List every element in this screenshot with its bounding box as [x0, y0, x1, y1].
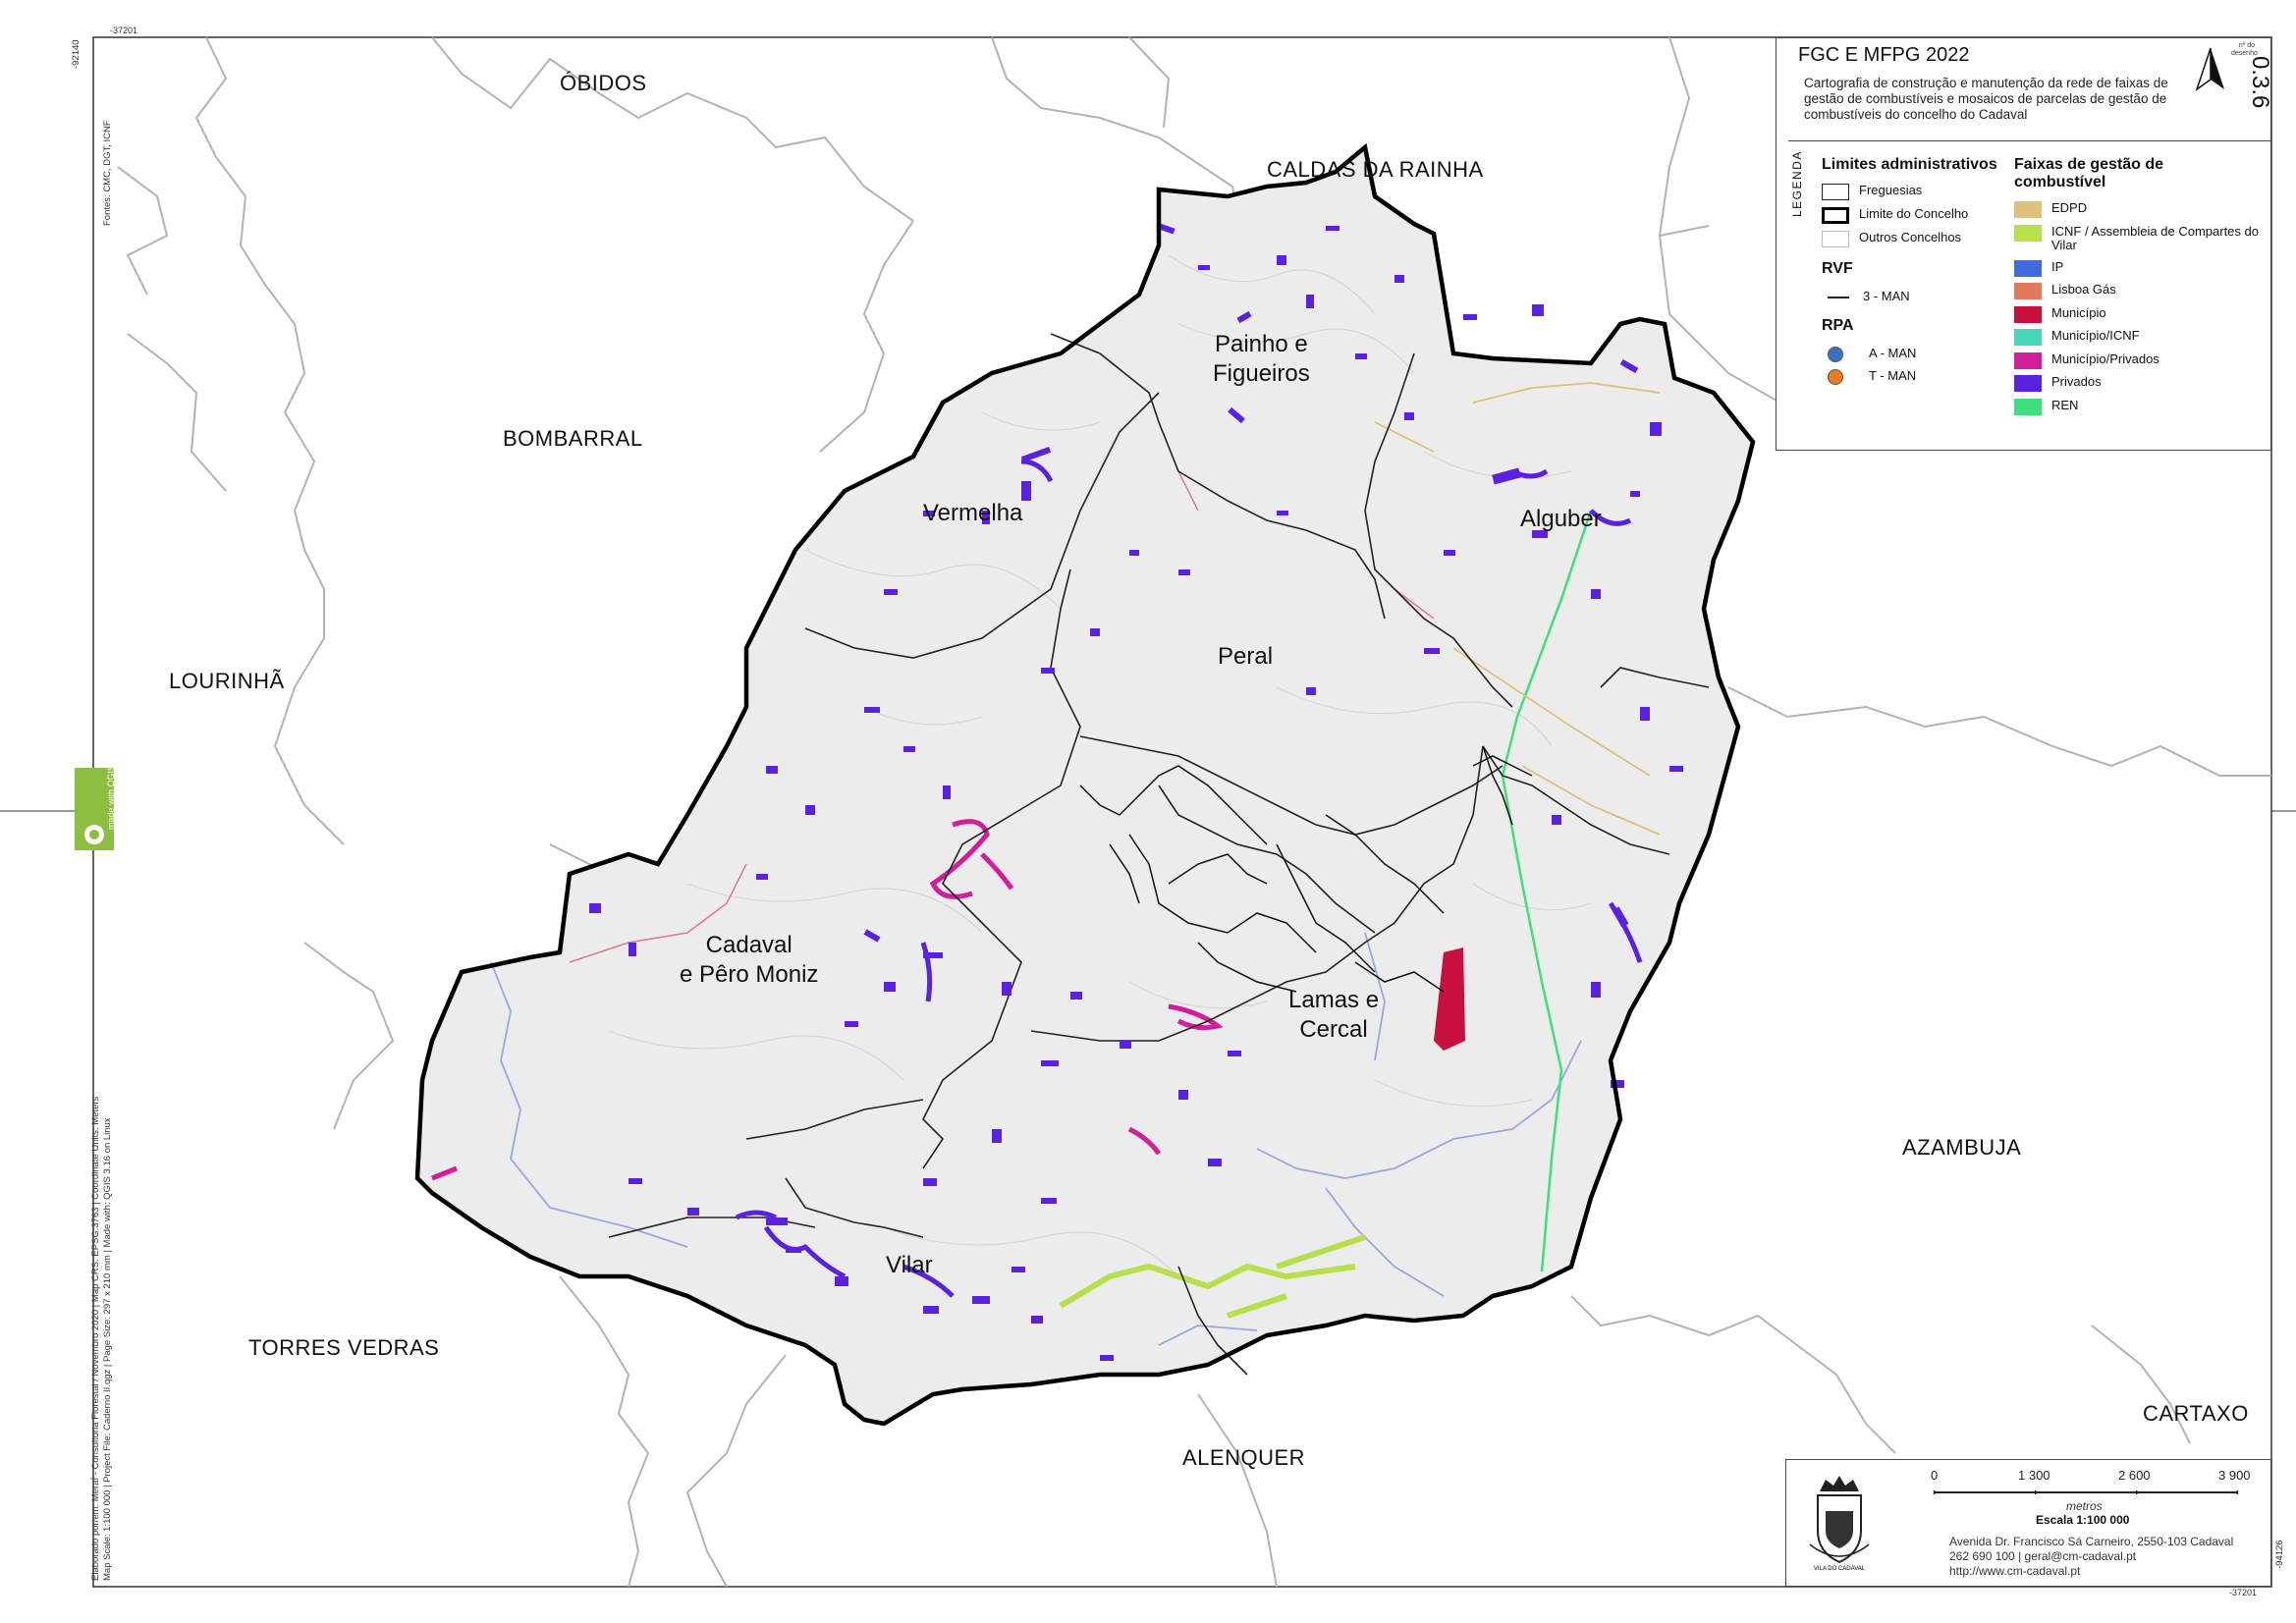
north-arrow-icon	[2195, 47, 2224, 91]
scale-tick-1: 1 300	[2018, 1468, 2050, 1483]
legend-label-fgc: Privados	[2051, 374, 2102, 389]
neighbor-bombarral: BOMBARRAL	[503, 426, 643, 451]
credits-line-1: Elaborado por/em: MeraÍ - Consultoria Fl…	[90, 1096, 101, 1581]
qgis-badge-text: made with QGIS	[106, 768, 114, 830]
legend-swatch-fgc	[2014, 201, 2042, 218]
address-block: Avenida Dr. Francisco Sá Carneiro, 2550-…	[1949, 1535, 2233, 1579]
legend-rpa-heading: RPA	[1822, 317, 1854, 334]
legend-swatch-fgc	[2014, 352, 2042, 369]
legend-label-fgc: Município/Privados	[2051, 351, 2159, 366]
legend-label-fgc: Município/ICNF	[2051, 328, 2140, 343]
legend-item-rvf: 3 - MAN	[1822, 290, 1910, 303]
neighbor-cartaxo: CARTAXO	[2143, 1401, 2249, 1426]
legend-item-fgc: Município	[2014, 304, 2260, 323]
legend-label-fgc: Lisboa Gás	[2051, 282, 2116, 297]
legend-label-fgc: Município	[2051, 304, 2106, 320]
legend-admin-heading: Limites administrativos	[1822, 156, 1997, 173]
legend-item-fgc: REN	[2014, 397, 2260, 415]
address-line: Avenida Dr. Francisco Sá Carneiro, 2550-…	[1949, 1535, 2234, 1548]
parish-cadaval-e-pero-moniz: Cadaval e Pêro Moniz	[680, 932, 819, 988]
legend-item-fgc: Privados	[2014, 375, 2260, 392]
legend-label-outros-concelhos: Outros Concelhos	[1859, 230, 1962, 244]
legend-label-fgc: IP	[2051, 258, 2064, 274]
crest-text: VILA DO CADAVAL	[1814, 1566, 1866, 1572]
legend-panel: FGC E MFPG 2022 Cartografia de construçã…	[1776, 37, 2273, 451]
legend-label-fgc: REN	[2051, 397, 2079, 412]
legend-item-freguesias: Freguesias	[1822, 184, 1922, 200]
map-description: Cartografia de construção e manutenção d…	[1804, 76, 2168, 122]
map-title: FGC E MFPG 2022	[1798, 44, 1970, 66]
legend-separator	[1788, 140, 2271, 141]
frame-coord-side-top: -92140	[71, 39, 82, 69]
legend-label-fgc: EDPD	[2051, 200, 2088, 215]
legend-swatch-limite-concelho	[1822, 207, 1849, 224]
legend-label-rpa-t: T - MAN	[1869, 368, 1917, 383]
legend-item-fgc: ICNF / Assembleia de Compartes do Vilar	[2014, 223, 2260, 252]
sheet-number: 0.3.6	[2247, 56, 2273, 109]
scale-tick-2: 2 600	[2118, 1468, 2151, 1483]
sources-text: Fontes: CMC, DGT, ICNF	[102, 120, 113, 226]
parish-lamas-e-cercal: Lamas e Cercal	[1288, 987, 1380, 1043]
legend-swatch-rvf	[1828, 297, 1849, 298]
legend-fgc-heading: Faixas de gestão de combustível	[2014, 156, 2164, 190]
municipality-crest-icon: VILA DO CADAVAL	[1809, 1476, 1870, 1572]
parish-vermelha: Vermelha	[923, 500, 1023, 526]
legend-word: LEGENDA	[1790, 150, 1804, 217]
scale-tick-3: 3 900	[2218, 1468, 2251, 1483]
neighbor-caldas-da-rainha: CALDAS DA RAINHA	[1267, 157, 1484, 182]
legend-label-limite-concelho: Limite do Concelho	[1859, 206, 1969, 221]
legend-swatch-rpa-a	[1828, 347, 1843, 362]
legend-swatch-rpa-t	[1828, 369, 1843, 385]
legend-label-fgc: ICNF / Assembleia de Compartes do Vilar	[2051, 223, 2259, 252]
legend-swatch-freguesias	[1822, 184, 1849, 200]
legend-swatch-fgc	[2014, 375, 2042, 392]
neighbor-lourinha: LOURINHÃ	[169, 669, 285, 693]
legend-swatch-fgc	[2014, 259, 2042, 277]
legend-item-limite-concelho: Limite do Concelho	[1822, 207, 1968, 224]
legend-swatch-fgc	[2014, 224, 2042, 242]
neighbor-alenquer: ALENQUER	[1182, 1445, 1306, 1470]
frame-coord-bottom-right: -37201	[2229, 1588, 2258, 1597]
frame-coord-side-bottom: -94126	[2274, 1540, 2285, 1569]
legend-item-rpa-t: T - MAN	[1822, 369, 1916, 385]
credits-line-2: Map Scale: 1:100 000 | Project File: Cad…	[102, 1117, 113, 1581]
legend-label-rpa-a: A - MAN	[1869, 346, 1917, 360]
legend-swatch-fgc	[2014, 329, 2042, 346]
legend-item-fgc: EDPD	[2014, 201, 2260, 218]
legend-swatch-outros-concelhos	[1822, 231, 1849, 247]
parish-painho-e-figueiros: Painho e Figueiros	[1213, 331, 1310, 387]
contact-line: 262 690 100 | geral@cm-cadaval.pt	[1949, 1549, 2137, 1563]
legend-item-rpa-a: A - MAN	[1822, 347, 1916, 362]
scale-text: Escala 1:100 000	[2036, 1513, 2130, 1527]
parish-peral: Peral	[1218, 643, 1274, 670]
legend-item-fgc: Lisboa Gás	[2014, 283, 2260, 299]
legend-item-fgc: IP	[2014, 258, 2260, 277]
footer-panel: VILA DO CADAVAL 0 1 300 2 600 3 900 metr…	[1785, 1459, 2271, 1587]
legend-swatch-fgc	[2014, 305, 2042, 323]
neighbor-azambuja: AZAMBUJA	[1902, 1135, 2022, 1160]
parish-vilar: Vilar	[886, 1252, 933, 1278]
qgis-badge: made with QGIS	[75, 768, 114, 850]
legend-label-freguesias: Freguesias	[1859, 183, 1923, 197]
scale-bar	[1934, 1490, 2238, 1494]
scale-units: metros	[2066, 1499, 2103, 1513]
scale-tick-0: 0	[1931, 1468, 1939, 1483]
frame-coord-top-left: -37201	[110, 26, 138, 35]
legend-item-fgc: Município/ICNF	[2014, 329, 2260, 346]
legend-item-fgc: Município/Privados	[2014, 352, 2260, 369]
parish-alguber: Alguber	[1520, 506, 1602, 532]
neighbor-obidos: ÓBIDOS	[560, 71, 647, 95]
legend-swatch-fgc	[2014, 398, 2042, 415]
legend-rvf-heading: RVF	[1822, 260, 1853, 277]
neighbor-torres-vedras: TORRES VEDRAS	[248, 1335, 440, 1360]
website-link[interactable]: http://www.cm-cadaval.pt	[1949, 1564, 2233, 1579]
legend-swatch-fgc	[2014, 283, 2042, 299]
legend-item-outros-concelhos: Outros Concelhos	[1822, 231, 1961, 247]
legend-label-rvf: 3 - MAN	[1863, 289, 1910, 303]
